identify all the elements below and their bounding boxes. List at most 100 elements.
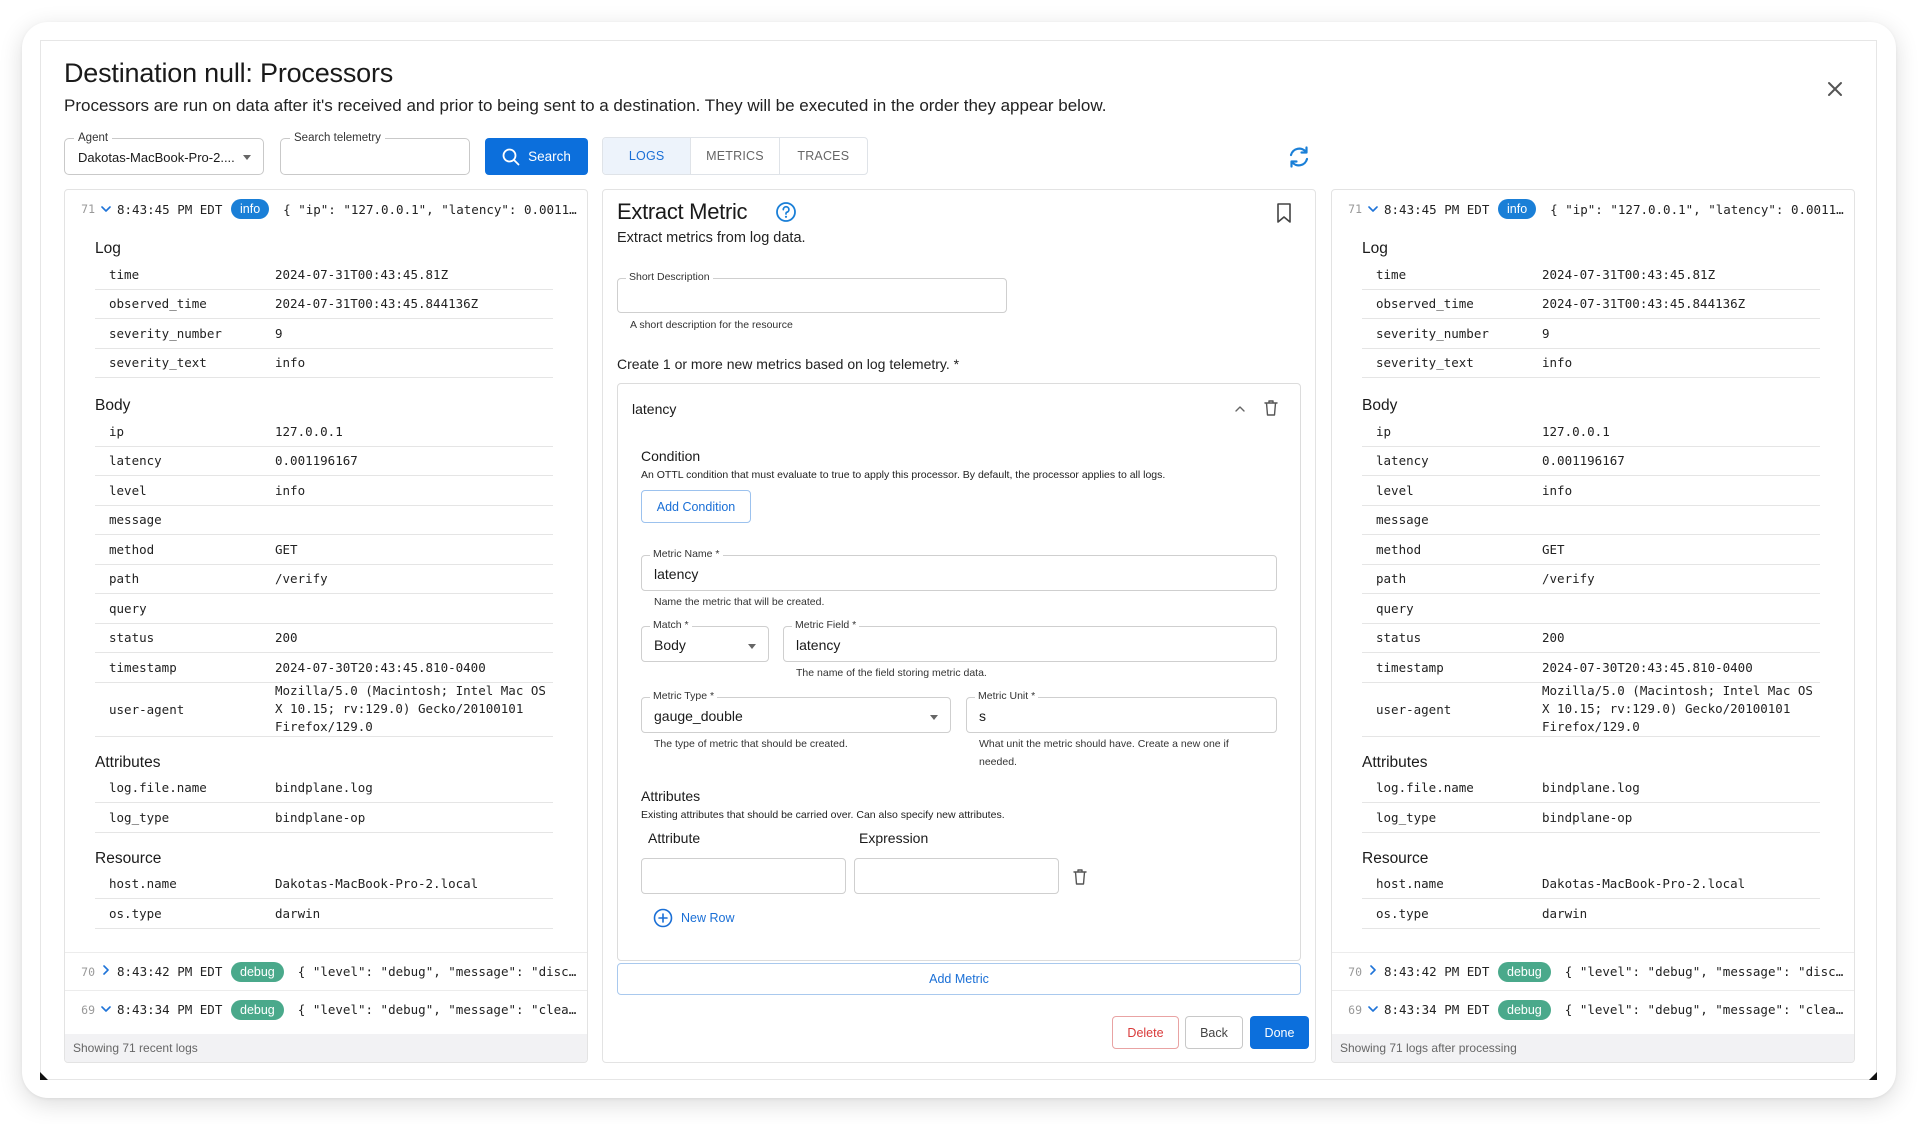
- chevron-right-icon[interactable]: [1362, 965, 1384, 978]
- search-telemetry-input[interactable]: Search telemetry: [280, 131, 470, 175]
- detail-value: bindplane.log: [1542, 780, 1640, 796]
- back-button[interactable]: Back: [1185, 1016, 1243, 1049]
- log-section-heading: Log: [95, 240, 121, 257]
- new-row-button[interactable]: New Row: [653, 908, 735, 928]
- processed-logs-panel: 71 8:43:45 PM EDT info { "ip": "127.0.0.…: [1331, 189, 1855, 1063]
- trash-icon[interactable]: [1263, 399, 1279, 417]
- detail-key: severity_text: [1376, 355, 1474, 371]
- refresh-button[interactable]: [1286, 144, 1312, 170]
- help-icon[interactable]: [775, 201, 797, 223]
- metric-unit-value: s: [979, 708, 986, 724]
- short-description-input[interactable]: Short Description: [617, 271, 1007, 313]
- metric-field-value: latency: [796, 637, 841, 653]
- detail-value: 0.001196167: [1542, 453, 1625, 469]
- detail-key: query: [109, 600, 147, 616]
- delete-button[interactable]: Delete: [1112, 1016, 1179, 1049]
- detail-value: info: [1542, 482, 1573, 498]
- attribute-input[interactable]: [641, 858, 846, 894]
- detail-key: latency: [1376, 453, 1429, 469]
- detail-value: 200: [275, 630, 298, 646]
- agent-select[interactable]: Agent Dakotas-MacBook-Pro-2....: [64, 131, 264, 175]
- metric-unit-label: Metric Unit *: [975, 690, 1039, 703]
- severity-badge: debug: [1498, 961, 1551, 982]
- log-row-number: 70: [81, 964, 95, 979]
- metric-type-value: gauge_double: [654, 708, 743, 724]
- metric-unit-input[interactable]: Metric Unit * s: [966, 690, 1277, 733]
- processed-logs-footer: Showing 71 logs after processing: [1332, 1034, 1854, 1062]
- detail-value: Dakotas-MacBook-Pro-2.local: [275, 876, 479, 892]
- detail-row: method GET: [95, 535, 553, 565]
- detail-row: observed_time 2024-07-31T00:43:45.844136Z: [1362, 290, 1820, 319]
- log-row[interactable]: 70 8:43:42 PM EDT debug { "level": "debu…: [65, 952, 587, 990]
- chevron-down-icon[interactable]: [1362, 1003, 1384, 1016]
- log-row[interactable]: 70 8:43:42 PM EDT debug { "level": "debu…: [1332, 952, 1854, 990]
- trash-icon[interactable]: [1072, 868, 1088, 886]
- chevron-down-icon[interactable]: [95, 1003, 117, 1016]
- add-condition-button[interactable]: Add Condition: [641, 490, 751, 523]
- search-button[interactable]: Search: [485, 138, 588, 175]
- detail-row: status 200: [95, 624, 553, 653]
- plus-circle-icon: [653, 908, 673, 928]
- agent-label: Agent: [74, 131, 113, 145]
- tab-logs[interactable]: LOGS: [603, 138, 692, 174]
- log-row[interactable]: 69 8:43:34 PM EDT debug { "level": "debu…: [1332, 990, 1854, 1028]
- detail-row: severity_number 9: [1362, 319, 1820, 349]
- tab-metrics[interactable]: METRICS: [691, 138, 780, 174]
- metric-card-title: latency: [632, 401, 677, 417]
- close-button[interactable]: [1822, 76, 1848, 102]
- log-row-number: 71: [1348, 202, 1362, 216]
- close-icon: [1828, 82, 1842, 96]
- done-button[interactable]: Done: [1250, 1016, 1309, 1049]
- chevron-down-icon[interactable]: [95, 203, 117, 216]
- log-row-time: 8:43:45 PM EDT: [1384, 201, 1490, 217]
- short-description-label: Short Description: [626, 271, 713, 284]
- detail-value: bindplane.log: [275, 780, 373, 796]
- chevron-down-icon[interactable]: [1362, 203, 1384, 216]
- log-row[interactable]: 69 8:43:34 PM EDT debug { "level": "debu…: [65, 990, 587, 1028]
- detail-value: GET: [275, 541, 298, 557]
- tab-traces[interactable]: TRACES: [780, 138, 867, 174]
- detail-key: message: [1376, 512, 1429, 528]
- metric-type-select[interactable]: Metric Type * gauge_double: [641, 690, 951, 733]
- match-select[interactable]: Match * Body: [641, 619, 769, 662]
- detail-row: status 200: [1362, 624, 1820, 653]
- detail-row: log.file.name bindplane.log: [1362, 774, 1820, 803]
- metric-field-input[interactable]: Metric Field * latency: [783, 619, 1277, 662]
- detail-key: os.type: [1376, 905, 1429, 921]
- detail-value: 2024-07-30T20:43:45.810-0400: [275, 659, 486, 675]
- detail-key: log.file.name: [1376, 780, 1474, 796]
- log-row[interactable]: 71 8:43:45 PM EDT info { "ip": "127.0.0.…: [65, 190, 587, 228]
- metric-name-input[interactable]: Metric Name * latency: [641, 548, 1277, 591]
- metric-field-label: Metric Field *: [792, 619, 860, 632]
- chevron-up-icon[interactable]: [1233, 402, 1247, 416]
- chevron-down-icon: [748, 644, 756, 649]
- detail-key: status: [109, 630, 155, 646]
- detail-row: os.type darwin: [95, 899, 553, 929]
- detail-value: 9: [1542, 325, 1550, 341]
- metric-type-helper: The type of metric that should be create…: [654, 738, 848, 750]
- bookmark-icon[interactable]: [1275, 202, 1293, 224]
- detail-key: path: [109, 571, 140, 587]
- detail-row: severity_text info: [95, 349, 553, 378]
- detail-row: latency 0.001196167: [1362, 447, 1820, 476]
- chevron-right-icon[interactable]: [95, 965, 117, 978]
- expression-input[interactable]: [854, 858, 1059, 894]
- detail-key: level: [109, 482, 147, 498]
- detail-row: query: [1362, 594, 1820, 624]
- detail-value: info: [275, 355, 306, 371]
- search-icon: [502, 148, 520, 165]
- detail-key: method: [1376, 541, 1422, 557]
- detail-row: severity_number 9: [95, 319, 553, 349]
- detail-row: ip 127.0.0.1: [95, 417, 553, 447]
- detail-value: 200: [1542, 630, 1565, 646]
- detail-value: info: [275, 482, 306, 498]
- attributes-section-heading: Attributes: [1362, 753, 1428, 771]
- log-row[interactable]: 71 8:43:45 PM EDT info { "ip": "127.0.0.…: [1332, 190, 1854, 228]
- detail-row: host.name Dakotas-MacBook-Pro-2.local: [95, 870, 553, 899]
- add-metric-button[interactable]: Add Metric: [617, 963, 1301, 995]
- detail-row: method GET: [1362, 535, 1820, 565]
- dialog-title: Destination null: Processors: [64, 58, 394, 88]
- processor-description: Extract metrics from log data.: [617, 230, 806, 246]
- log-row-message: { "level": "debug", "message": "disconne…: [1564, 964, 1854, 979]
- detail-key: log.file.name: [109, 780, 207, 796]
